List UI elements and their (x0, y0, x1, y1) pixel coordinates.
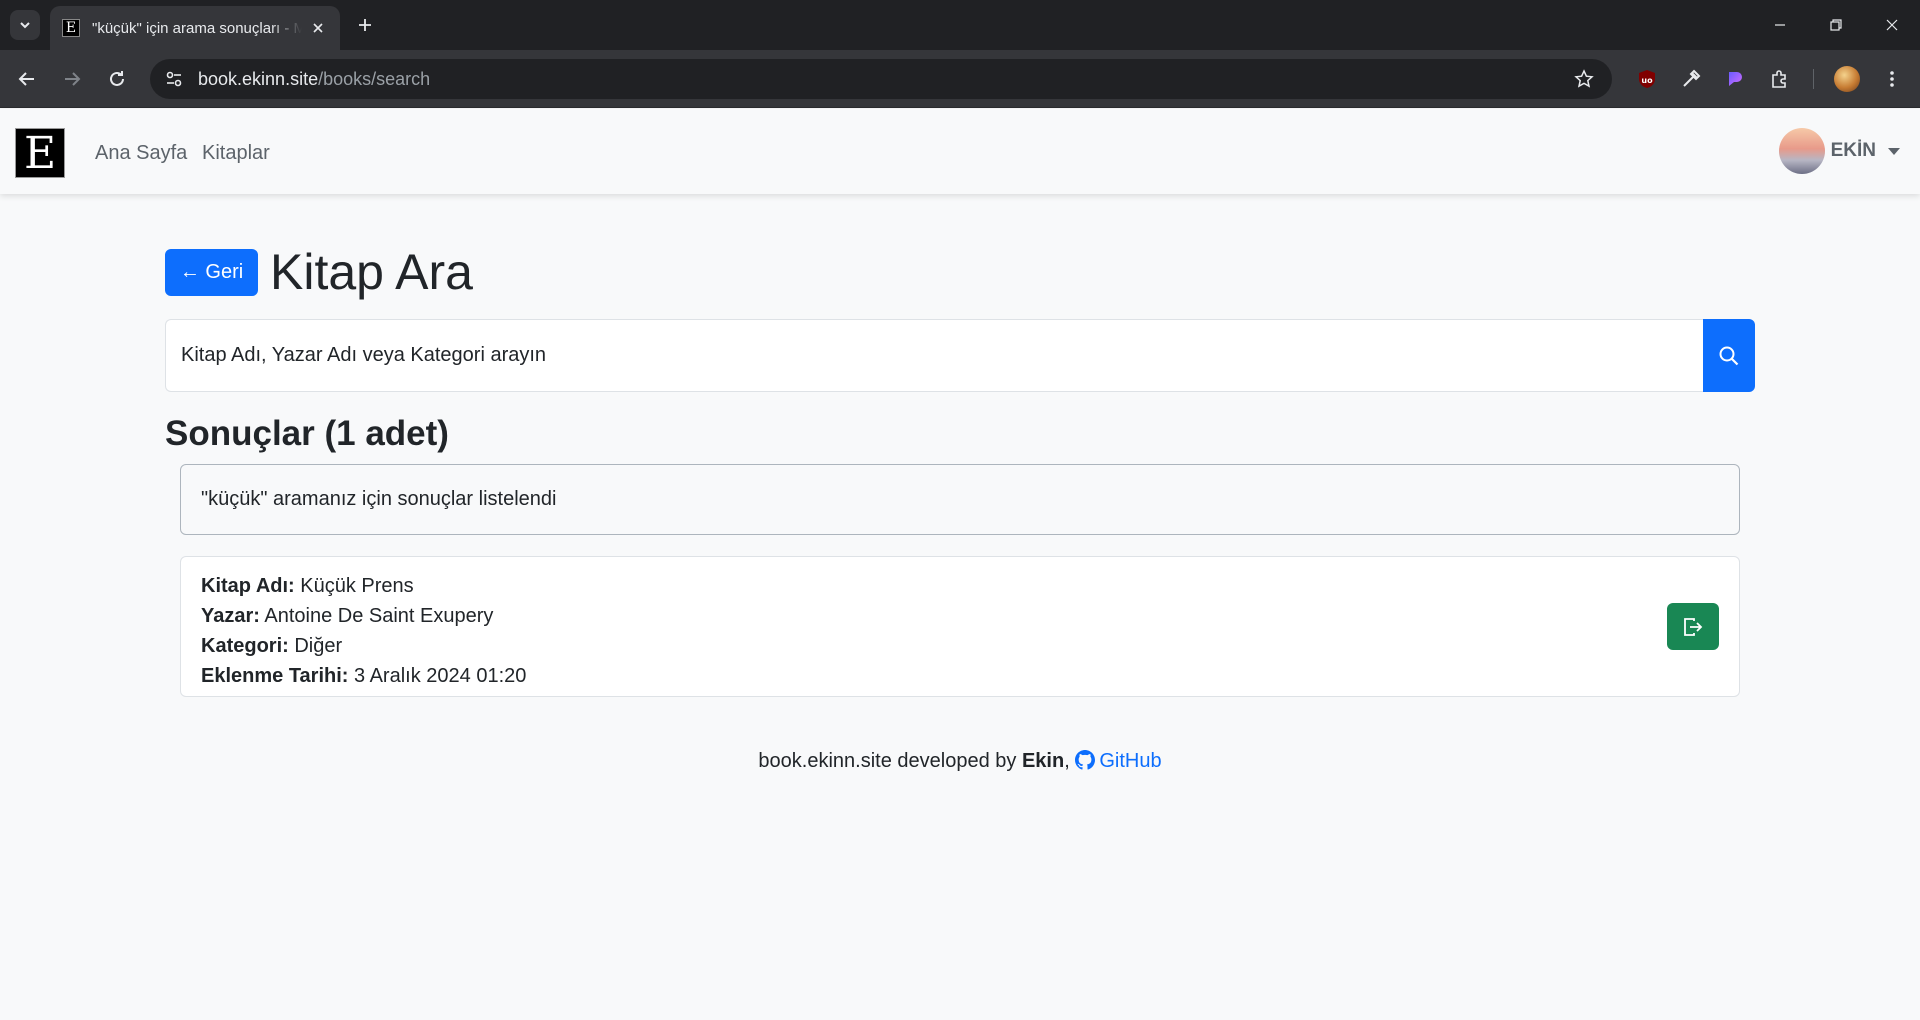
restore-icon (1830, 19, 1842, 31)
window-close-button[interactable] (1864, 0, 1920, 50)
ublock-extension-icon[interactable]: uo (1635, 67, 1659, 91)
tab-close-button[interactable] (308, 18, 328, 38)
url-text: book.ekinn.site/books/search (198, 69, 430, 90)
book-card: Kitap Adı: Küçük Prens Yazar: Antoine De… (180, 556, 1740, 697)
browser-tab-active[interactable]: E "küçük" için arama sonuçları - M (50, 6, 340, 50)
extensions-puzzle-icon[interactable] (1768, 67, 1792, 91)
nav-link-home[interactable]: Ana Sayfa (95, 142, 187, 165)
book-author-line: Yazar: Antoine De Saint Exupery (201, 601, 1719, 631)
tab-search-button[interactable] (10, 10, 40, 40)
search-icon (1719, 346, 1739, 365)
back-button[interactable]: ← Geri (165, 248, 258, 296)
footer-developed-by: developed by (897, 750, 1017, 772)
minimize-icon (1775, 24, 1785, 26)
alert-text: "küçük" aramanız için sonuçlar listelend… (201, 488, 557, 510)
github-icon (1075, 750, 1096, 770)
back-nav-button[interactable] (12, 64, 42, 94)
github-link[interactable]: GitHub (1075, 750, 1162, 772)
footer: book.ekinn.site developed by Ekin, GitHu… (0, 750, 1920, 773)
bookmark-star-button[interactable] (1572, 67, 1596, 91)
open-book-button[interactable] (1667, 603, 1719, 650)
search-button[interactable] (1703, 319, 1755, 392)
field-label: Eklenme Tarihi: (201, 665, 349, 687)
browser-menu-icon[interactable] (1880, 67, 1904, 91)
arrow-right-icon (65, 72, 81, 86)
site-navbar: E Ana Sayfa Kitaplar EKİN (0, 109, 1920, 194)
results-title: Sonuçlar (1 adet) (165, 414, 449, 453)
box-arrow-right-icon (1684, 617, 1703, 636)
browser-profile-avatar[interactable] (1834, 66, 1860, 92)
search-group (165, 319, 1755, 392)
footer-site: book.ekinn.site (758, 750, 892, 772)
chevron-down-icon (20, 22, 30, 29)
forward-nav-button[interactable] (57, 64, 87, 94)
user-avatar (1778, 128, 1825, 174)
url-path: /books/search (318, 68, 431, 89)
field-label: Kategori: (201, 635, 289, 657)
close-icon (313, 23, 323, 33)
title-row: ← Geri Kitap Ara (165, 244, 473, 300)
page-title: Kitap Ara (270, 244, 473, 300)
star-icon (1574, 69, 1594, 88)
reload-icon (110, 71, 124, 86)
svg-text:uo: uo (1641, 76, 1653, 85)
caret-down-icon (1888, 147, 1900, 155)
book-title-line: Kitap Adı: Küçük Prens (201, 571, 1719, 601)
footer-comma: , (1064, 750, 1070, 772)
restore-button[interactable] (1808, 0, 1864, 50)
brand-logo[interactable]: E (15, 128, 65, 179)
user-dropdown[interactable]: EKİN (1778, 127, 1900, 175)
results-alert: "küçük" aramanız için sonuçlar listelend… (180, 464, 1740, 535)
window-controls (1752, 0, 1920, 50)
book-date: 3 Aralık 2024 01:20 (354, 665, 527, 687)
toolbar-divider (1813, 69, 1814, 89)
search-input[interactable] (165, 319, 1703, 392)
footer-author: Ekin (1021, 750, 1065, 772)
address-bar[interactable]: book.ekinn.site/books/search (150, 59, 1612, 99)
browser-tabbar: E "küçük" için arama sonuçları - M (0, 0, 1920, 50)
field-label: Yazar: (201, 605, 260, 627)
color-picker-extension-icon[interactable] (1679, 67, 1703, 91)
github-label: GitHub (1099, 750, 1162, 772)
site-info-icon[interactable] (154, 59, 194, 99)
tab-title: "küçük" için arama sonuçları - M (92, 19, 302, 37)
url-host: book.ekinn.site (198, 68, 319, 89)
user-name: EKİN (1830, 140, 1876, 161)
book-category-line: Kategori: Diğer (201, 631, 1719, 661)
book-date-line: Eklenme Tarihi: 3 Aralık 2024 01:20 (201, 661, 1719, 691)
reload-button[interactable] (102, 64, 132, 94)
close-icon (1886, 19, 1898, 31)
field-label: Kitap Adı: (201, 575, 295, 597)
book-title: Küçük Prens (300, 575, 414, 597)
book-category: Diğer (294, 635, 343, 657)
plus-icon (359, 19, 371, 31)
nav-link-books[interactable]: Kitaplar (202, 142, 270, 165)
browser-toolbar: book.ekinn.site/books/search uo (0, 50, 1920, 108)
site-favicon-icon: E (62, 19, 80, 37)
arrow-left-icon (18, 72, 34, 86)
ai-extension-icon[interactable] (1723, 67, 1747, 91)
new-tab-button[interactable] (352, 12, 378, 38)
minimize-button[interactable] (1752, 0, 1808, 50)
book-author: Antoine De Saint Exupery (264, 605, 494, 627)
